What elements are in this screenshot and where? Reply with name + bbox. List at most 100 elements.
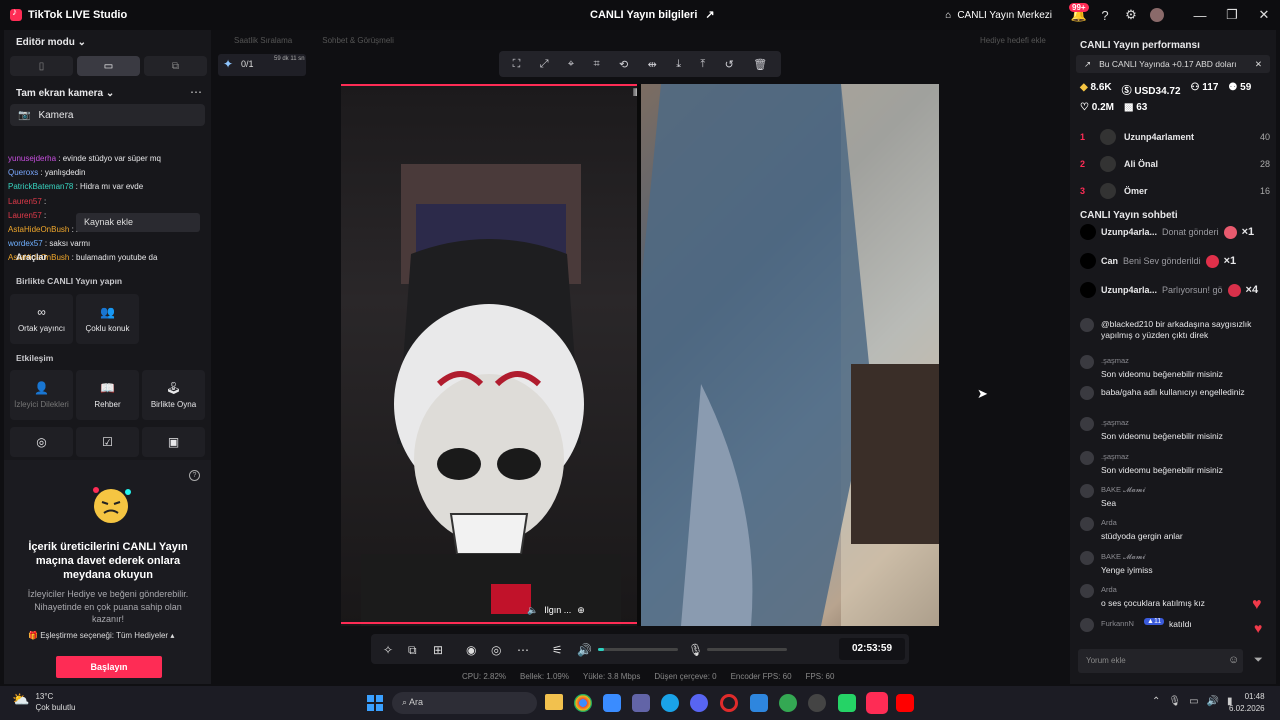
- discord-icon[interactable]: [690, 694, 708, 712]
- system-clock[interactable]: 01:48 6.02.2026: [1229, 691, 1265, 715]
- center-icon[interactable]: ⌖: [568, 58, 574, 71]
- rotate-icon[interactable]: ⟲: [619, 58, 628, 71]
- guide-button[interactable]: 📖 Rehber: [76, 370, 139, 420]
- delete-icon[interactable]: 🗑: [753, 58, 767, 71]
- teams-icon[interactable]: [632, 694, 650, 712]
- whatsapp-icon[interactable]: [838, 694, 856, 712]
- live-center-button[interactable]: ⌂ CANLI Yayın Merkezi: [945, 10, 1052, 21]
- camera-source-item[interactable]: 📷 Kamera: [10, 104, 205, 126]
- tool-more-1[interactable]: ◎: [10, 427, 73, 457]
- start-match-button[interactable]: Başlayın: [56, 656, 162, 678]
- tiktok-live-studio-icon[interactable]: [866, 692, 888, 714]
- floating-heart-icon: ♥: [1252, 596, 1262, 613]
- layout-icon[interactable]: ⊞: [433, 643, 443, 657]
- mic-icon[interactable]: 🎙: [1168, 696, 1181, 707]
- play-together-button[interactable]: 🕹 Birlikte Oyna: [142, 370, 205, 420]
- comment-input[interactable]: Yorum ekle: [1078, 649, 1243, 673]
- sliders-icon[interactable]: ⚟: [552, 643, 563, 657]
- volume-icon[interactable]: 🔊: [577, 643, 592, 657]
- multi-guest-button[interactable]: 👥 Çoklu konuk: [76, 294, 139, 344]
- chat-message[interactable]: .şaşmaz Son videomu beğenebilir misiniz: [1080, 451, 1272, 481]
- layer-up-icon[interactable]: ⤒: [700, 58, 705, 71]
- steam-icon[interactable]: [808, 694, 826, 712]
- undo-icon[interactable]: ↺: [725, 58, 734, 71]
- network-icon[interactable]: ▭: [1189, 696, 1198, 707]
- chat-message[interactable]: Arda o ses çocuklara katılmış kız: [1080, 584, 1272, 614]
- chat-tab[interactable]: Sohbet & Görüşmeli: [322, 36, 394, 45]
- guest-name-tag[interactable]: 🔈 Ilgın ... ⊕: [527, 600, 597, 620]
- more-icon[interactable]: ⋯: [190, 85, 202, 99]
- chrome-profile-icon[interactable]: [779, 694, 797, 712]
- goal-widget[interactable]: ✦ 0/1 59 dk 11 sn: [218, 54, 306, 76]
- host-camera-feed[interactable]: [341, 84, 637, 626]
- chat-message[interactable]: Arda stüdyoda gergin anlar: [1080, 517, 1272, 547]
- volume-slider[interactable]: [598, 648, 678, 651]
- maximize-button[interactable]: ❐: [1216, 0, 1248, 30]
- chat-message[interactable]: .şaşmaz Son videomu beğenebilir misiniz: [1080, 417, 1272, 447]
- mic-icon[interactable]: 🎙: [688, 643, 703, 657]
- share-icon[interactable]: ↗: [705, 8, 714, 21]
- youtube-icon[interactable]: [896, 694, 914, 712]
- close-button[interactable]: ✕: [1248, 0, 1280, 30]
- add-source-button[interactable]: Kaynak ekle: [76, 213, 200, 232]
- weather-widget[interactable]: ⛅ 13°C Çok bulutlu: [12, 691, 75, 713]
- add-icon[interactable]: ⊕: [577, 605, 585, 616]
- landscape-mode-button[interactable]: ▭: [77, 56, 140, 76]
- chat-message[interactable]: FurkannN ▲11 katıldı: [1080, 618, 1272, 648]
- chat-message[interactable]: @blacked210 bir arkadaşına saygısızlık y…: [1080, 318, 1272, 348]
- ranking-row[interactable]: 1 Uzunp4arlament 40: [1080, 127, 1270, 147]
- portrait-mode-button[interactable]: ▯: [10, 56, 73, 76]
- store-icon[interactable]: [603, 694, 621, 712]
- fit-icon[interactable]: ⛶: [513, 58, 521, 71]
- magic-icon[interactable]: ✧: [383, 643, 393, 657]
- split-handle-icon[interactable]: ⦀: [633, 88, 637, 99]
- taskbar-search[interactable]: ⌕ Ara: [392, 692, 537, 714]
- crop-icon[interactable]: ⌗: [593, 58, 599, 71]
- guest-camera-feed[interactable]: [641, 84, 939, 626]
- viewer-requests-button[interactable]: 👤 İzleyici Dilekleri: [10, 370, 73, 420]
- help-icon[interactable]: ?: [1092, 0, 1118, 30]
- live-info-title[interactable]: CANLI Yayın bilgileri ↗: [590, 8, 715, 22]
- tool-more-3[interactable]: ▣: [142, 427, 205, 457]
- tool-more-2[interactable]: ☑: [76, 427, 139, 457]
- more-options-icon[interactable]: ⋯: [517, 643, 529, 657]
- effects-icon[interactable]: ◎: [491, 643, 501, 657]
- windows-start-icon[interactable]: [366, 694, 384, 712]
- layer-down-icon[interactable]: ⤓: [676, 58, 681, 71]
- chevron-up-icon[interactable]: ⌃: [1152, 696, 1160, 707]
- record-icon[interactable]: ◉: [466, 643, 476, 657]
- chat-message[interactable]: .şaşmaz Son videomu beğenebilir misiniz: [1080, 355, 1272, 385]
- live-stage[interactable]: ⦀: [341, 84, 939, 626]
- close-icon[interactable]: ✕: [1255, 59, 1262, 70]
- edge-icon[interactable]: [661, 694, 679, 712]
- gift-goal-tab[interactable]: Hediye hedefi ekle: [980, 36, 1046, 45]
- settings-icon[interactable]: ⚙: [1118, 0, 1144, 30]
- emoji-icon[interactable]: ☺: [1228, 654, 1239, 666]
- expand-icon[interactable]: ⤢: [540, 58, 549, 71]
- filter-icon[interactable]: ⏷: [1254, 654, 1263, 667]
- match-option-dropdown[interactable]: 🎁 Eşleştirme seçeneği: Tüm Hediyeler ▴: [28, 631, 198, 640]
- chat-message[interactable]: BAKE 𝓜𝓪𝓶𝓲 Yenge iyimiss: [1080, 551, 1272, 581]
- mail-icon[interactable]: [750, 694, 768, 712]
- dual-mode-button[interactable]: ⧉: [144, 56, 207, 76]
- chat-message[interactable]: baba/gaha adlı kullanıcıyı engellediniz: [1080, 386, 1272, 416]
- earnings-banner[interactable]: ↗ Bu CANLI Yayında +0.17 ABD doları ✕: [1076, 55, 1270, 73]
- co-host-button[interactable]: ∞ Ortak yayıncı: [10, 294, 73, 344]
- avatar[interactable]: [1144, 0, 1170, 30]
- flip-icon[interactable]: ⇹: [648, 58, 657, 71]
- opera-icon[interactable]: [720, 694, 738, 712]
- speaker-icon[interactable]: 🔈: [527, 605, 538, 616]
- speaker-icon[interactable]: 🔊: [1207, 696, 1219, 707]
- editor-mode-dropdown[interactable]: Editör modu ⌄: [16, 37, 86, 48]
- ranking-row[interactable]: 2 Ali Önal 28: [1080, 154, 1270, 174]
- chrome-icon[interactable]: [574, 694, 592, 712]
- chat-message[interactable]: BAKE 𝓜𝓪𝓶𝓲 Sea: [1080, 484, 1272, 514]
- ranking-row[interactable]: 3 Ömer 16: [1080, 181, 1270, 201]
- camera-section-title[interactable]: Tam ekran kamera ⌄: [16, 88, 114, 99]
- screen-share-icon[interactable]: ⧉: [408, 643, 417, 658]
- mic-slider[interactable]: [707, 648, 787, 651]
- help-icon[interactable]: ?: [189, 470, 200, 481]
- minimize-button[interactable]: —: [1184, 0, 1216, 30]
- file-explorer-icon[interactable]: [545, 694, 563, 710]
- hourly-ranking-tab[interactable]: Saatlik Sıralama: [234, 36, 292, 45]
